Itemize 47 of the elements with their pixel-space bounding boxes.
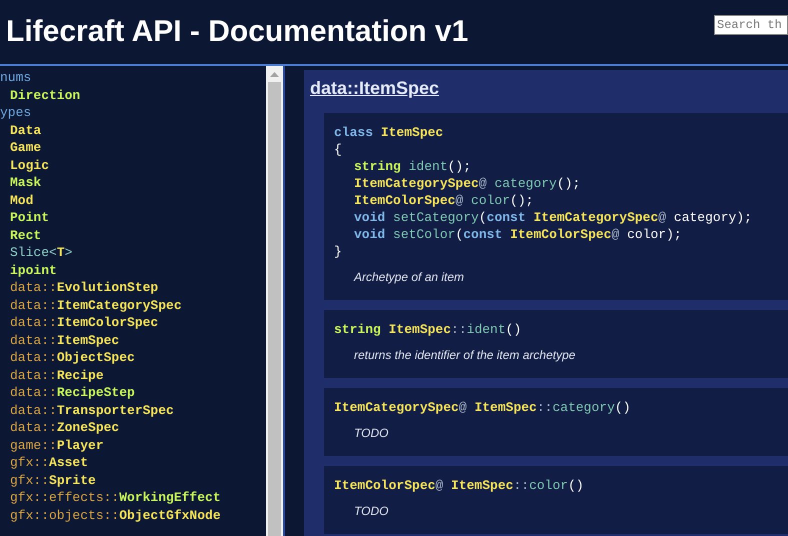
- member-description: returns the identifier of the item archetype: [354, 348, 576, 362]
- sidebar-group-heading: ypes: [0, 104, 32, 122]
- sidebar-link[interactable]: data::ZoneSpec: [10, 419, 266, 436]
- sidebar-link[interactable]: Mask: [10, 174, 266, 192]
- sidebar-link[interactable]: data::ItemColorSpec: [10, 314, 266, 332]
- search-field[interactable]: Search th: [714, 15, 788, 35]
- code-line: }: [334, 243, 343, 260]
- sidebar-link[interactable]: Mod: [10, 192, 266, 209]
- class-title-link[interactable]: data::ItemSpec: [310, 78, 440, 99]
- sidebar-link[interactable]: data::ItemCategorySpec: [10, 296, 266, 314]
- sidebar-link[interactable]: ipoint: [10, 262, 266, 279]
- sidebar-link[interactable]: game::Player: [10, 436, 266, 454]
- sidebar-link[interactable]: gfx::Sprite: [10, 472, 266, 489]
- code-line: void setCategory(const ItemCategorySpec@ category);: [353, 209, 753, 226]
- sidebar-link[interactable]: data::TransporterSpec: [10, 402, 266, 419]
- sidebar-link[interactable]: Direction: [10, 86, 266, 104]
- sidebar-link[interactable]: gfx::effects::WorkingEffect: [10, 489, 266, 506]
- sidebar-link[interactable]: data::Recipe: [10, 366, 266, 384]
- sidebar-link[interactable]: gfx::Asset: [10, 454, 266, 472]
- code-line: ItemCategorySpec@ ItemSpec::category(): [334, 399, 632, 416]
- code-line: void setColor(const ItemColorSpec@ color);: [353, 226, 683, 243]
- sidebar-link[interactable]: Slice<T>: [10, 244, 266, 262]
- code-line: ItemColorSpec@ color();: [353, 192, 534, 209]
- member-description: Archetype of an item: [354, 270, 466, 284]
- scroll-up-icon: [270, 72, 279, 77]
- code-line: string ItemSpec::ident(): [334, 321, 522, 338]
- sidebar-link[interactable]: data::EvolutionStep: [10, 279, 266, 296]
- sidebar-link[interactable]: gfx::objects::ObjectGfxNode: [10, 506, 266, 524]
- code-line: class ItemSpec: [334, 124, 444, 141]
- page-title: Lifecraft API - Documentation v1: [6, 15, 468, 49]
- member-description: TODO: [354, 504, 390, 518]
- scrollbar-thumb[interactable]: [268, 82, 281, 536]
- sidebar-link[interactable]: data::ObjectSpec: [10, 349, 266, 366]
- code-line: string ident();: [353, 158, 472, 175]
- member-description: TODO: [354, 426, 390, 440]
- sidebar-group-heading: nums: [0, 69, 32, 86]
- sidebar-link[interactable]: Point: [10, 209, 266, 226]
- sidebar-link[interactable]: data::ItemSpec: [10, 332, 266, 349]
- sidebar-link[interactable]: Logic: [10, 156, 266, 174]
- sidebar-link[interactable]: Data: [10, 122, 266, 139]
- code-line: {: [334, 141, 343, 158]
- sidebar-link[interactable]: Game: [10, 139, 266, 156]
- sidebar-link[interactable]: data::RecipeStep: [10, 384, 266, 402]
- code-line: ItemCategorySpec@ category();: [353, 175, 582, 192]
- scrollbar[interactable]: [266, 66, 283, 536]
- sidebar-link[interactable]: Rect: [10, 226, 266, 244]
- code-line: ItemColorSpec@ ItemSpec::color(): [334, 477, 585, 494]
